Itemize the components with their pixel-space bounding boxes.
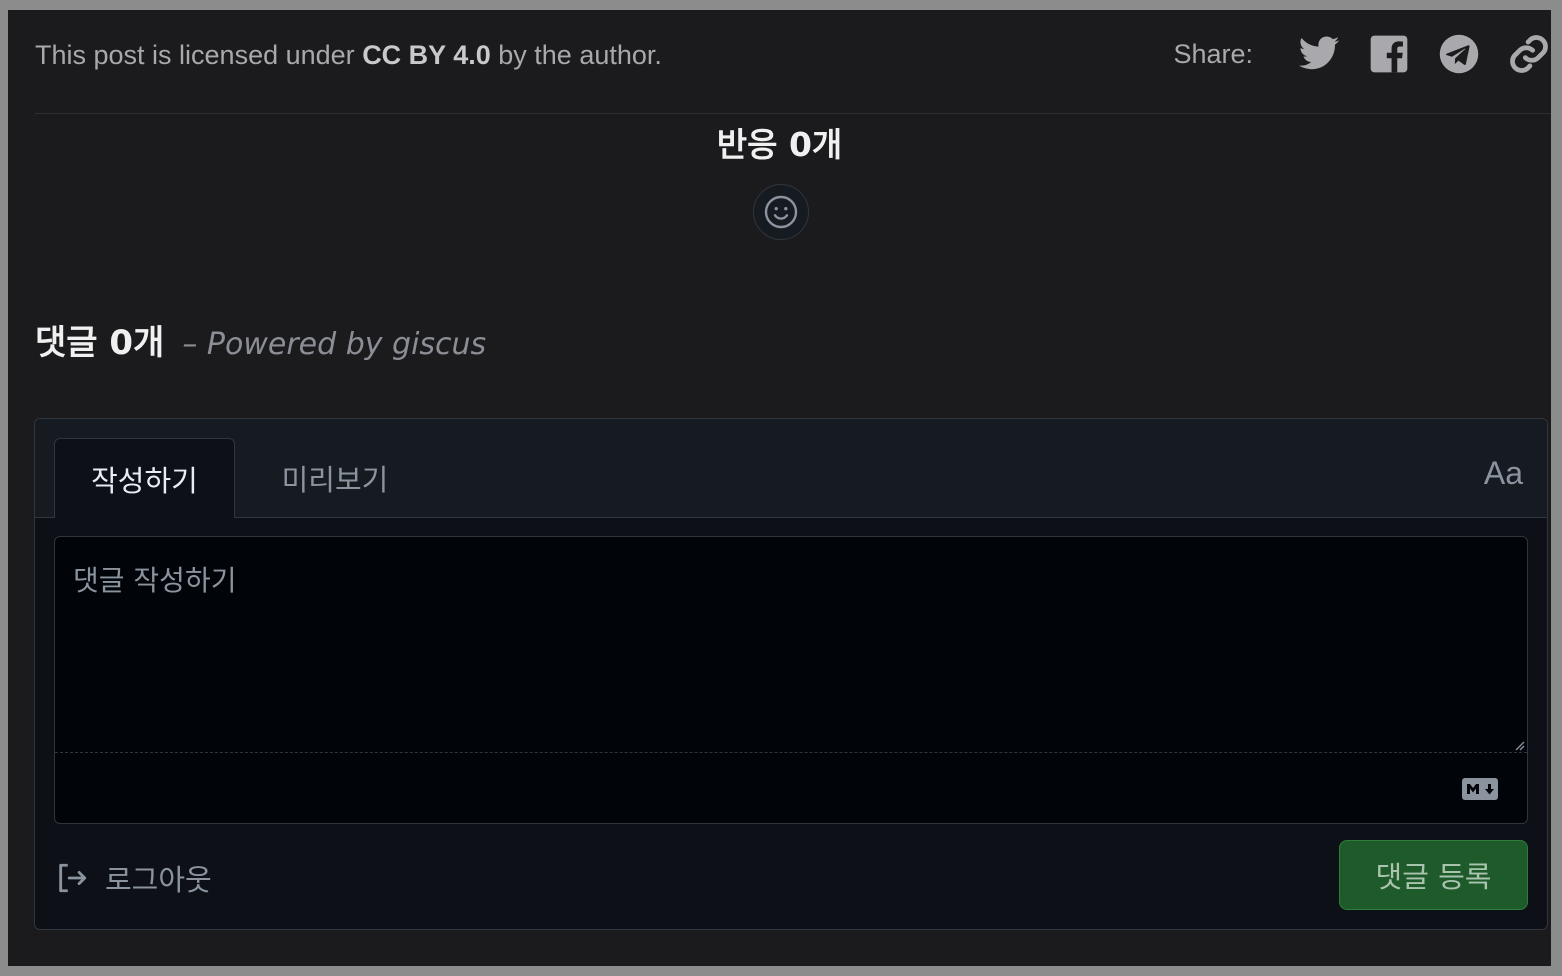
share-label: Share:	[1173, 38, 1253, 69]
divider	[35, 113, 1551, 114]
sign-out-icon	[59, 863, 87, 893]
license-notice: This post is licensed under CC BY 4.0 by…	[35, 40, 662, 71]
submit-comment-button[interactable]: 댓글 등록	[1339, 840, 1528, 910]
logout-label: 로그아웃	[105, 863, 212, 897]
reactions-title: 반응 0개	[716, 125, 843, 164]
markdown-icon[interactable]	[1461, 777, 1499, 801]
license-suffix: by the author.	[498, 40, 662, 70]
page: This post is licensed under CC BY 4.0 by…	[8, 10, 1551, 966]
editor-tabs: 작성하기 미리보기 Aa	[35, 419, 1547, 518]
logout-button[interactable]: 로그아웃	[55, 857, 212, 899]
resize-grip-icon[interactable]	[1513, 739, 1525, 751]
share-bar: Share:	[1173, 32, 1551, 76]
link-icon[interactable]	[1507, 32, 1551, 76]
license-name[interactable]: CC BY 4.0	[362, 40, 491, 70]
smiley-icon	[764, 195, 798, 229]
textarea-container	[54, 536, 1528, 824]
tab-preview[interactable]: 미리보기	[250, 438, 420, 518]
twitter-icon[interactable]	[1297, 32, 1341, 76]
add-reaction-button[interactable]	[753, 184, 809, 240]
comments-header: 댓글 0개 – Powered by giscus	[35, 315, 486, 364]
comment-input[interactable]	[55, 537, 1527, 753]
telegram-icon[interactable]	[1437, 32, 1481, 76]
tab-write[interactable]: 작성하기	[54, 438, 235, 518]
license-prefix: This post is licensed under	[35, 40, 355, 70]
comment-editor: 작성하기 미리보기 Aa 로그아웃 댓글 등록	[34, 418, 1548, 930]
facebook-icon[interactable]	[1367, 32, 1411, 76]
powered-by-link[interactable]: – Powered by giscus	[182, 327, 486, 362]
comments-count: 댓글 0개	[35, 323, 165, 363]
font-toggle-button[interactable]: Aa	[1484, 455, 1523, 492]
